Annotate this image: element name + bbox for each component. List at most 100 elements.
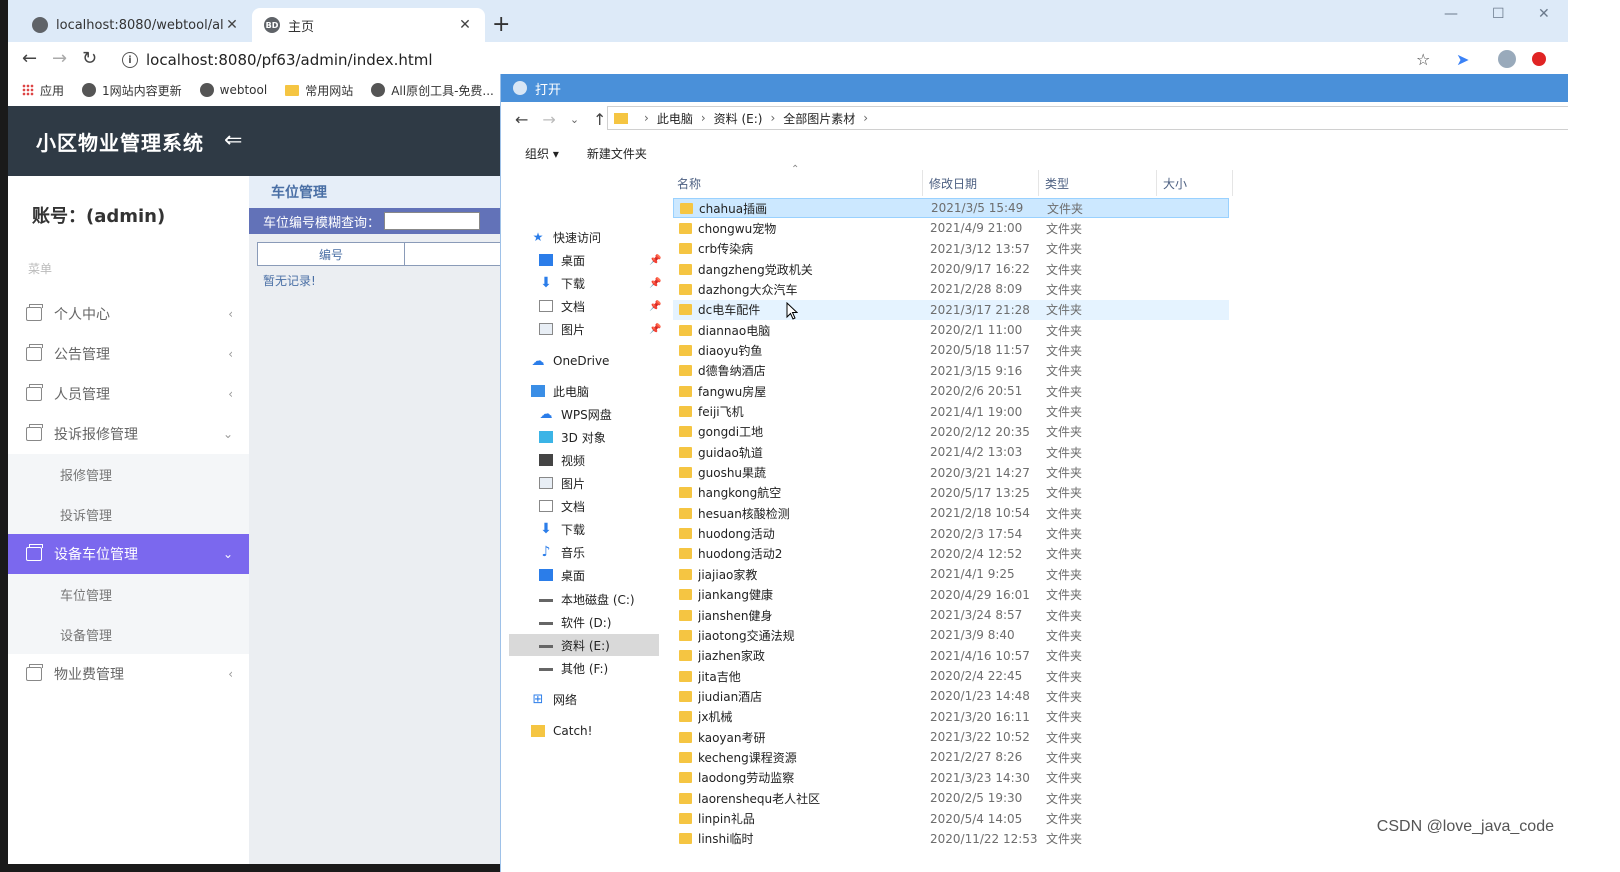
file-row[interactable]: jiajiao家教 2021/4/1 9:25 文件夹 (673, 564, 1229, 584)
sidebar-subitem-parking[interactable]: 车位管理 (8, 574, 249, 614)
bookmark-common-sites[interactable]: 常用网站 (285, 82, 353, 99)
maximize-icon[interactable]: ☐ (1492, 6, 1505, 22)
file-row[interactable]: diannao电脑 2020/2/1 11:00 文件夹 (673, 320, 1229, 340)
column-header-size[interactable]: 大小 (1157, 170, 1233, 196)
bookmark-webtool[interactable]: webtool (199, 83, 267, 97)
column-header-date[interactable]: 修改日期 (923, 170, 1039, 196)
nav-item[interactable]: 软件 (D:) (539, 611, 659, 633)
file-row[interactable]: fangwu房屋 2020/2/6 20:51 文件夹 (673, 381, 1229, 401)
file-row[interactable]: gongdi工地 2020/2/12 20:35 文件夹 (673, 422, 1229, 442)
file-row[interactable]: jx机械 2021/3/20 16:11 文件夹 (673, 707, 1229, 727)
new-folder-button[interactable]: 新建文件夹 (587, 145, 647, 162)
forward-icon[interactable]: → (542, 110, 555, 129)
sidebar-item-property-fee[interactable]: 物业费管理 ‹ (8, 654, 249, 694)
column-header-type[interactable]: 类型 (1039, 170, 1157, 196)
file-row[interactable]: hangkong航空 2020/5/17 13:25 文件夹 (673, 483, 1229, 503)
tab-webtool[interactable]: localhost:8080/webtool/all/in ✕ (20, 8, 252, 42)
info-icon[interactable]: i (122, 52, 138, 68)
file-row[interactable]: huodong活动2 2020/2/4 12:52 文件夹 (673, 544, 1229, 564)
file-row[interactable]: jianshen健身 2021/3/24 8:57 文件夹 (673, 605, 1229, 625)
nav-item[interactable]: 此电脑 (531, 380, 659, 402)
sidebar-subitem-repair[interactable]: 报修管理 (8, 454, 249, 494)
new-tab-button[interactable]: + (492, 12, 510, 38)
tab-home[interactable]: BD 主页 ✕ (252, 8, 485, 42)
bookmark-all-tools[interactable]: All原创工具-免费... (371, 82, 494, 99)
file-row[interactable]: jita吉他 2020/2/4 22:45 文件夹 (673, 666, 1229, 686)
file-row[interactable]: jiudian酒店 2020/1/23 14:48 文件夹 (673, 686, 1229, 706)
bookmark-site-update[interactable]: 1网站内容更新 (82, 82, 182, 99)
file-row[interactable]: d德鲁纳酒店 2021/3/15 9:16 文件夹 (673, 361, 1229, 381)
file-row[interactable]: guidao轨道 2021/4/2 13:03 文件夹 (673, 442, 1229, 462)
nav-item[interactable]: 图片 (539, 472, 659, 494)
breadcrumb-all-images[interactable]: 全部图片素材 (783, 110, 855, 127)
nav-item[interactable]: 其他 (F:) (539, 657, 659, 679)
nav-item[interactable]: 文档 📌 (539, 295, 661, 317)
organize-button[interactable]: 组织 ▾ (525, 145, 559, 162)
menu-toggle-icon[interactable]: ⇐ (224, 130, 242, 152)
nav-item[interactable]: 3D 对象 (539, 426, 659, 448)
nav-item[interactable]: 图片 📌 (539, 318, 661, 340)
nav-item[interactable]: ☁ WPS网盘 (539, 403, 659, 425)
nav-item[interactable]: ☁ OneDrive (531, 350, 659, 372)
file-row[interactable]: diaoyu钓鱼 2020/5/18 11:57 文件夹 (673, 340, 1229, 360)
file-row[interactable]: linpin礼品 2020/5/4 14:05 文件夹 (673, 809, 1229, 829)
bookmark-apps[interactable]: 应用 (22, 82, 64, 99)
sidebar-item-personal-center[interactable]: 个人中心 ‹ (8, 294, 249, 334)
nav-item[interactable]: 文档 (539, 495, 659, 517)
column-header-id[interactable]: 编号 (258, 243, 405, 265)
reload-icon[interactable]: ↻ (82, 48, 97, 69)
file-row[interactable]: chongwu宠物 2021/4/9 21:00 文件夹 (673, 218, 1229, 238)
extension-icon[interactable]: ➤ (1456, 50, 1469, 69)
sidebar-subitem-equipment[interactable]: 设备管理 (8, 614, 249, 654)
file-row[interactable]: dazhong大众汽车 2021/2/28 8:09 文件夹 (673, 279, 1229, 299)
recent-chevron-icon[interactable]: ⌄ (570, 113, 579, 126)
nav-item[interactable]: ⬇ 下载 (539, 518, 659, 540)
sidebar-subitem-complaint[interactable]: 投诉管理 (8, 494, 249, 534)
sidebar-item-notice[interactable]: 公告管理 ‹ (8, 334, 249, 374)
bookmark-star-icon[interactable]: ☆ (1416, 50, 1430, 69)
close-icon[interactable]: ✕ (224, 17, 240, 33)
close-icon[interactable]: ✕ (457, 17, 473, 33)
file-row[interactable]: guoshu果蔬 2020/3/21 14:27 文件夹 (673, 463, 1229, 483)
address-bar[interactable]: i localhost:8080/pf63/admin/index.html (112, 46, 1500, 74)
file-row[interactable]: linshi临时 2020/11/22 12:53 文件夹 (673, 829, 1229, 849)
file-row[interactable]: feiji飞机 2021/4/1 19:00 文件夹 (673, 402, 1229, 422)
file-row[interactable]: crb传染病 2021/3/12 13:57 文件夹 (673, 239, 1229, 259)
file-row[interactable]: kaoyan考研 2021/3/22 10:52 文件夹 (673, 727, 1229, 747)
file-row[interactable]: kecheng课程资源 2021/2/27 8:26 文件夹 (673, 747, 1229, 767)
forward-icon[interactable]: → (52, 48, 67, 69)
sidebar-item-staff[interactable]: 人员管理 ‹ (8, 374, 249, 414)
adblock-icon[interactable] (1532, 52, 1546, 66)
nav-item[interactable]: 资料 (E:) (509, 634, 659, 656)
nav-item[interactable]: ⬇ 下载 📌 (539, 272, 661, 294)
breadcrumb-this-pc[interactable]: 此电脑 (657, 110, 693, 127)
file-row[interactable]: chahua插画 2021/3/5 15:49 文件夹 (673, 198, 1229, 218)
sidebar-item-complaints[interactable]: 投诉报修管理 ⌄ (8, 414, 249, 454)
file-row[interactable]: laorenshequ老人社区 2020/2/5 19:30 文件夹 (673, 788, 1229, 808)
search-input[interactable] (384, 212, 481, 230)
path-breadcrumb[interactable]: › 此电脑 › 资料 (E:) › 全部图片素材 › ⌄ (607, 106, 1612, 130)
file-row[interactable]: hesuan核酸检测 2021/2/18 10:54 文件夹 (673, 503, 1229, 523)
file-row[interactable]: laodong劳动监察 2021/3/23 14:30 文件夹 (673, 768, 1229, 788)
file-row[interactable]: dc电车配件 2021/3/17 21:28 文件夹 (673, 299, 1229, 320)
nav-item[interactable]: 桌面 (539, 564, 659, 586)
sidebar-item-equipment-parking[interactable]: 设备车位管理 ⌄ (8, 534, 249, 574)
nav-item[interactable]: 本地磁盘 (C:) (539, 588, 659, 610)
nav-item[interactable]: ★ 快速访问 (531, 226, 659, 248)
minimize-icon[interactable]: — (1444, 6, 1458, 22)
nav-item[interactable]: ♪ 音乐 (539, 541, 659, 563)
file-row[interactable]: huodong活动 2020/2/3 17:54 文件夹 (673, 524, 1229, 544)
nav-item[interactable]: Catch! (531, 720, 659, 742)
close-window-icon[interactable]: ✕ (1538, 6, 1550, 22)
file-row[interactable]: dangzheng党政机关 2020/9/17 16:22 文件夹 (673, 259, 1229, 279)
file-row[interactable]: jiaotong交通法规 2021/3/9 8:40 文件夹 (673, 625, 1229, 645)
file-row[interactable]: jiazhen家政 2021/4/16 10:57 文件夹 (673, 646, 1229, 666)
nav-item[interactable]: 桌面 📌 (539, 249, 661, 271)
back-icon[interactable]: ← (515, 110, 528, 129)
file-row[interactable]: jiankang健康 2020/4/29 16:01 文件夹 (673, 585, 1229, 605)
breadcrumb-drive-e[interactable]: 资料 (E:) (714, 110, 763, 127)
back-icon[interactable]: ← (22, 48, 37, 69)
nav-item[interactable]: 视频 (539, 449, 659, 471)
up-icon[interactable]: ↑ (593, 110, 606, 129)
column-header-name[interactable]: ⌃ 名称 (671, 164, 923, 196)
